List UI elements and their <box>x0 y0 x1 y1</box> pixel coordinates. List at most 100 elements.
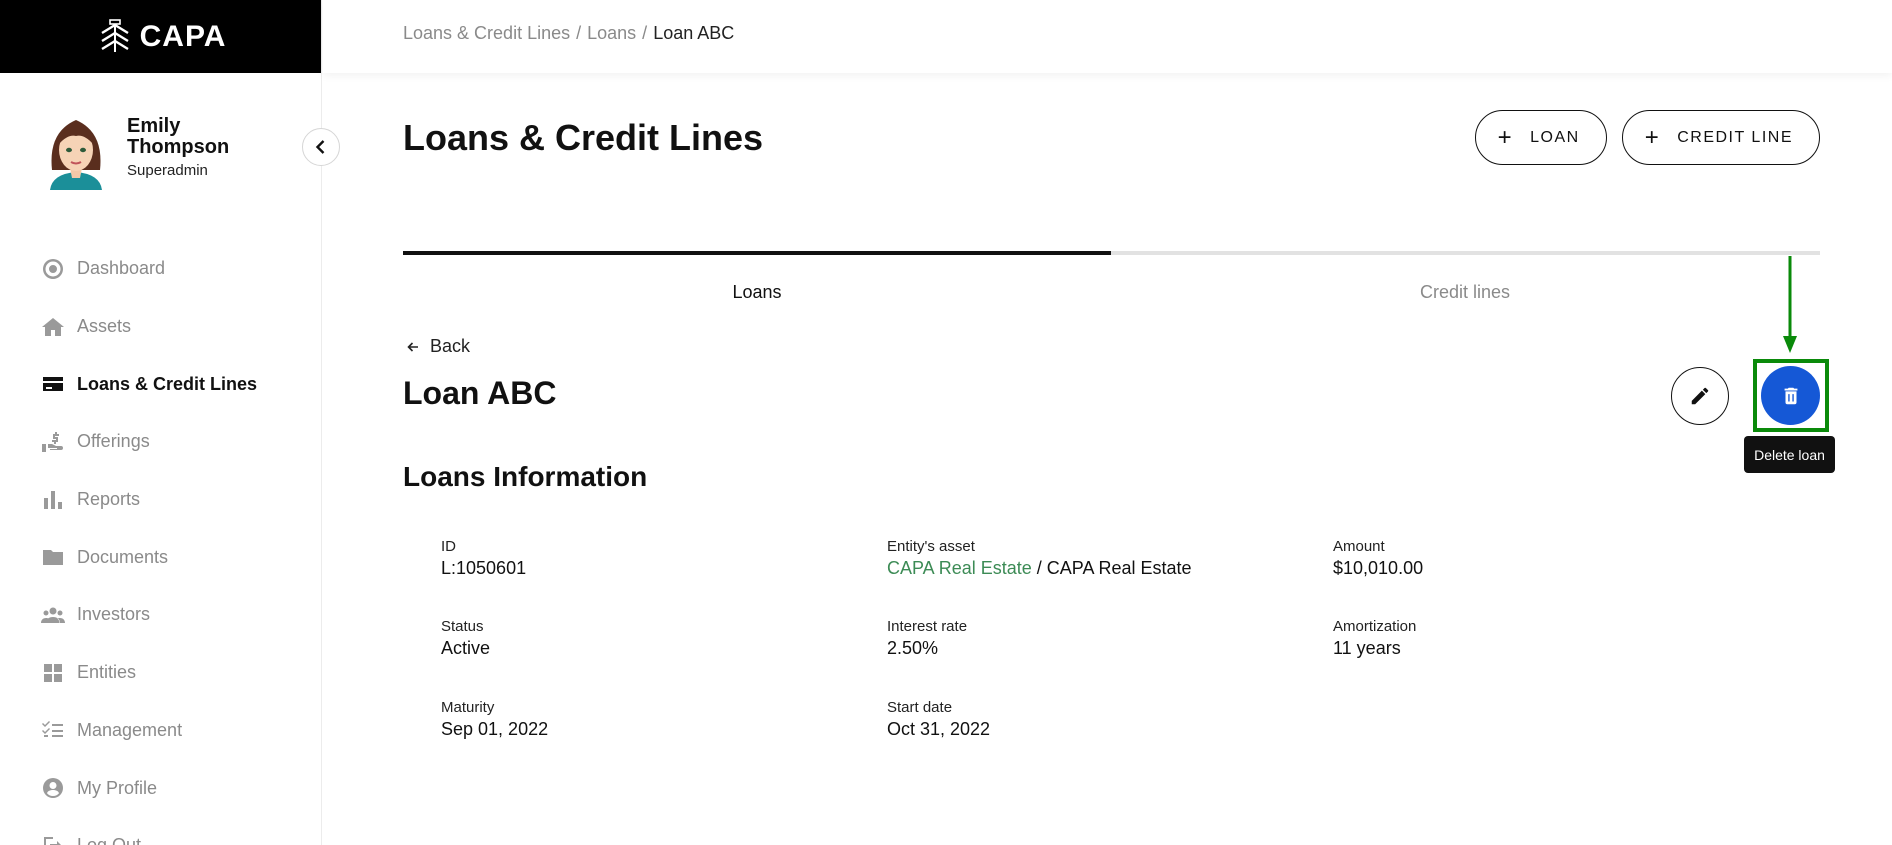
brand-logo[interactable]: CAPA <box>0 0 321 73</box>
sidebar-item-label: Documents <box>77 546 169 567</box>
annotation-arrow <box>1783 256 1797 353</box>
entity-asset-separator: / <box>1031 558 1047 578</box>
breadcrumb-current: Loan ABC <box>653 23 735 43</box>
info-interest-rate: Interest rate 2.50% <box>887 618 1307 659</box>
people-icon <box>40 602 66 628</box>
info-value: 11 years <box>1333 638 1401 658</box>
info-value: 2.50% <box>887 638 939 658</box>
tab-indicator <box>1111 251 1820 255</box>
info-start-date: Start date Oct 31, 2022 <box>887 699 1307 740</box>
sidebar: CAPA Emily Thompson Superadmin Dashboard <box>0 0 322 845</box>
avatar <box>40 112 112 190</box>
sidebar-item-offerings[interactable]: Offerings <box>40 413 257 471</box>
breadcrumb-item-loans[interactable]: Loans <box>587 23 636 43</box>
plus-icon: + <box>1644 123 1661 151</box>
checklist-icon <box>40 717 66 743</box>
user-profile: Emily Thompson Superadmin <box>40 112 247 190</box>
info-label: Start date <box>887 699 953 716</box>
sidebar-item-my-profile[interactable]: My Profile <box>40 759 257 817</box>
tab-loans[interactable]: Loans <box>403 198 1111 329</box>
info-label: Interest rate <box>887 618 968 635</box>
sidebar-item-assets[interactable]: Assets <box>40 298 257 356</box>
bar-chart-icon <box>40 487 66 513</box>
page-title: Loans & Credit Lines <box>403 117 764 158</box>
sidebar-item-reports[interactable]: Reports <box>40 471 257 529</box>
sidebar-item-label: Management <box>77 719 183 740</box>
pencil-icon <box>1691 387 1709 405</box>
info-amortization: Amortization 11 years <box>1333 618 1753 659</box>
info-value: Active <box>441 638 491 658</box>
tab-label: Loans <box>732 282 782 302</box>
info-label: Status <box>441 618 484 635</box>
delete-tooltip: Delete loan <box>1744 436 1835 473</box>
info-entity-asset: Entity's asset CAPA Real Estate / CAPA R… <box>887 538 1307 579</box>
hand-dollar-icon <box>40 429 66 455</box>
section-title: Loans Information <box>403 461 648 492</box>
info-amount: Amount $10,010.00 <box>1333 538 1753 579</box>
sidebar-item-entities[interactable]: Entities <box>40 644 257 702</box>
capa-logo-icon <box>100 18 129 52</box>
sidebar-nav: Dashboard Assets Loans & Credit Lines Of… <box>40 240 257 845</box>
info-label: Amount <box>1333 538 1385 555</box>
sidebar-item-label: Entities <box>77 662 137 683</box>
tab-label: Credit lines <box>1419 282 1511 302</box>
plus-icon: + <box>1497 123 1514 151</box>
breadcrumb-separator: / <box>642 23 648 43</box>
back-button[interactable]: Back <box>406 336 470 357</box>
info-value: $10,010.00 <box>1333 558 1424 578</box>
brand-name: CAPA <box>139 19 227 53</box>
delete-loan-button[interactable] <box>1761 366 1820 425</box>
sidebar-item-label: Offerings <box>77 431 150 452</box>
info-label: Entity's asset <box>887 538 975 555</box>
add-credit-line-button[interactable]: + CREDIT LINE <box>1621 110 1820 165</box>
sidebar-item-label: Loans & Credit Lines <box>77 373 258 394</box>
sidebar-item-label: Reports <box>77 489 141 510</box>
sidebar-item-management[interactable]: Management <box>40 702 257 760</box>
header-actions: + LOAN + CREDIT LINE <box>1474 110 1820 165</box>
info-id: ID L:1050601 <box>441 538 861 579</box>
sidebar-item-label: My Profile <box>77 777 158 798</box>
info-label: ID <box>441 538 456 555</box>
back-label: Back <box>430 336 471 356</box>
arrow-left-icon <box>407 341 418 352</box>
user-role: Superadmin <box>127 162 208 179</box>
sidebar-item-label: Investors <box>77 604 151 625</box>
loan-title: Loan ABC <box>403 375 557 411</box>
breadcrumb: Loans & Credit Lines / Loans / Loan ABC <box>403 23 734 44</box>
user-circle-icon <box>40 775 66 801</box>
info-label: Amortization <box>1333 618 1417 635</box>
user-name: Emily Thompson <box>127 115 230 158</box>
sidebar-item-investors[interactable]: Investors <box>40 586 257 644</box>
info-value: Oct 31, 2022 <box>887 719 991 739</box>
info-value: Sep 01, 2022 <box>441 719 549 739</box>
info-maturity: Maturity Sep 01, 2022 <box>441 699 861 740</box>
sidebar-item-label: Assets <box>77 316 132 337</box>
logout-icon <box>40 833 66 845</box>
entity-link[interactable]: CAPA Real Estate <box>887 558 1032 578</box>
top-bar: Loans & Credit Lines / Loans / Loan ABC <box>323 0 1892 73</box>
add-credit-line-label: CREDIT LINE <box>1677 128 1793 146</box>
sidebar-item-label: Dashboard <box>77 258 166 279</box>
grid-icon <box>40 660 66 686</box>
chevron-left-icon <box>315 140 325 154</box>
sidebar-collapse-button[interactable] <box>302 128 340 166</box>
sidebar-item-dashboard[interactable]: Dashboard <box>40 240 257 298</box>
add-loan-button[interactable]: + LOAN <box>1474 110 1607 165</box>
tab-indicator-active <box>403 251 1111 255</box>
trash-icon <box>1784 387 1797 404</box>
folder-icon <box>40 544 66 570</box>
sidebar-item-label: Log Out <box>77 835 141 845</box>
info-label: Maturity <box>441 699 495 716</box>
info-value: CAPA Real Estate / CAPA Real Estate <box>887 558 1307 579</box>
breadcrumb-separator: / <box>576 23 582 43</box>
dashboard-icon <box>40 256 66 282</box>
sidebar-item-documents[interactable]: Documents <box>40 528 257 586</box>
tab-credit-lines[interactable]: Credit lines <box>1111 198 1819 329</box>
home-icon <box>40 314 66 340</box>
add-loan-label: LOAN <box>1530 128 1580 146</box>
sidebar-item-loans-credit-lines[interactable]: Loans & Credit Lines <box>40 355 257 413</box>
edit-loan-button[interactable] <box>1671 367 1729 425</box>
breadcrumb-item-loans-credit-lines[interactable]: Loans & Credit Lines <box>403 23 570 43</box>
info-status: Status Active <box>441 618 861 659</box>
sidebar-item-log-out[interactable]: Log Out <box>40 817 257 845</box>
